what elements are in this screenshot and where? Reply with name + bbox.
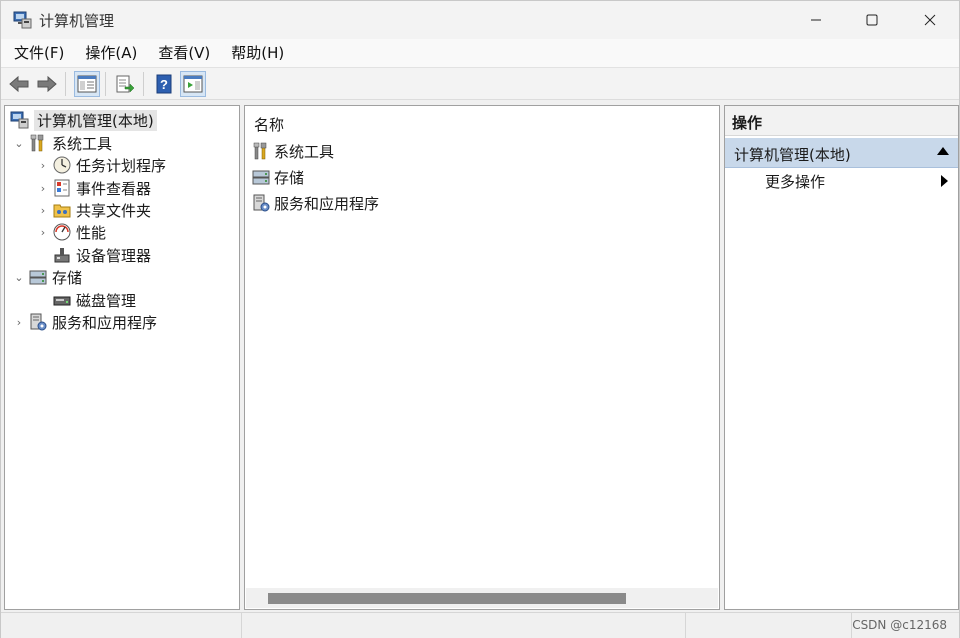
column-header-name[interactable]: 名称	[254, 114, 284, 135]
tree-item-device-manager[interactable]: 设备管理器	[36, 244, 151, 266]
chevron-right-icon[interactable]: ›	[36, 159, 50, 172]
tree-item-label: 存储	[52, 268, 83, 287]
show-hide-action-pane-button[interactable]	[180, 71, 206, 97]
action-section-computer-management[interactable]: 计算机管理(本地)	[725, 138, 958, 168]
clock-icon	[53, 156, 71, 174]
title-bar: 计算机管理	[1, 1, 959, 39]
watermark-text: CSDN @c12168	[852, 618, 947, 632]
list-item-label: 系统工具	[274, 142, 335, 161]
tree-item-event-viewer[interactable]: › 事件查看器	[36, 177, 151, 199]
chevron-right-icon[interactable]: ›	[36, 226, 50, 239]
more-actions-item[interactable]: 更多操作	[765, 171, 825, 192]
toolbar-separator	[105, 72, 106, 96]
tree-item-services-applications[interactable]: › 服务和应用程序	[12, 311, 157, 333]
export-list-icon	[116, 75, 135, 93]
tools-icon	[253, 142, 267, 160]
collapse-up-icon[interactable]	[937, 147, 949, 155]
forward-arrow-icon	[37, 75, 57, 93]
maximize-button[interactable]	[843, 1, 901, 39]
performance-icon	[53, 223, 71, 241]
list-item-label: 存储	[274, 168, 305, 187]
toolbar-separator	[143, 72, 144, 96]
tree-item-label: 计算机管理(本地)	[34, 109, 157, 131]
show-hide-console-tree-button[interactable]	[74, 71, 100, 97]
tree-item-task-scheduler[interactable]: › 任务计划程序	[36, 154, 166, 176]
device-manager-icon	[54, 248, 70, 263]
menu-file[interactable]: 文件(F)	[6, 40, 72, 66]
tree-item-label: 事件查看器	[76, 179, 152, 198]
horizontal-scrollbar[interactable]	[246, 588, 718, 608]
tree-item-shared-folders[interactable]: › 共享文件夹	[36, 199, 151, 221]
computer-management-icon	[10, 111, 29, 129]
results-list-pane: 名称 系统工具 存储 服务和应用程序	[244, 105, 720, 610]
toolbar-separator	[65, 72, 66, 96]
show-hide-action-pane-icon	[183, 75, 203, 93]
chevron-right-icon[interactable]: ›	[36, 182, 50, 195]
event-viewer-icon	[54, 179, 70, 197]
tree-item-system-tools[interactable]: ⌄ 系统工具	[12, 132, 112, 154]
show-hide-console-tree-icon	[77, 75, 97, 93]
minimize-icon	[811, 19, 821, 21]
tree-item-performance[interactable]: › 性能	[36, 221, 106, 243]
svg-text:?: ?	[160, 77, 168, 92]
menu-bar: 文件(F) 操作(A) 查看(V) 帮助(H)	[1, 39, 959, 68]
tools-icon	[30, 134, 44, 152]
scrollbar-thumb[interactable]	[268, 593, 626, 604]
list-item-storage[interactable]: 存储	[251, 166, 304, 188]
action-section-label: 计算机管理(本地)	[734, 146, 851, 164]
tree-item-label: 磁盘管理	[76, 291, 137, 310]
forward-button[interactable]	[34, 71, 60, 97]
storage-icon	[252, 170, 270, 185]
toolbar: ?	[1, 68, 959, 100]
submenu-arrow-icon[interactable]	[941, 175, 948, 187]
menu-help[interactable]: 帮助(H)	[223, 40, 292, 66]
chevron-down-icon[interactable]: ⌄	[12, 137, 26, 150]
console-tree-pane: 计算机管理(本地) ⌄ 系统工具 › 任务计划程序 › 事件查看器 › 共享文件…	[4, 105, 240, 610]
computer-management-icon	[13, 11, 32, 29]
maximize-icon	[866, 14, 878, 26]
export-list-button[interactable]	[112, 71, 138, 97]
help-icon: ?	[156, 74, 172, 94]
window-title: 计算机管理	[39, 12, 115, 30]
chevron-right-icon[interactable]: ›	[36, 204, 50, 217]
chevron-right-icon[interactable]: ›	[12, 316, 26, 329]
minimize-button[interactable]	[787, 1, 845, 39]
status-separator	[241, 613, 242, 638]
back-button[interactable]	[6, 71, 32, 97]
tree-item-label: 共享文件夹	[76, 201, 152, 220]
close-button[interactable]	[901, 1, 959, 39]
back-arrow-icon	[9, 75, 29, 93]
storage-icon	[29, 270, 47, 285]
list-item-system-tools[interactable]: 系统工具	[251, 140, 334, 162]
tree-item-label: 系统工具	[52, 134, 113, 153]
tree-item-root[interactable]: 计算机管理(本地)	[8, 109, 157, 131]
tree-item-label: 设备管理器	[76, 246, 152, 265]
close-icon	[924, 14, 936, 26]
status-bar: CSDN @c12168	[1, 612, 959, 638]
menu-view[interactable]: 查看(V)	[150, 40, 218, 66]
list-item-label: 服务和应用程序	[274, 194, 380, 213]
tree-item-storage[interactable]: ⌄ 存储	[12, 266, 82, 288]
tree-item-label: 性能	[76, 223, 107, 242]
shared-folder-icon	[53, 204, 71, 218]
action-pane: 操作 计算机管理(本地) 更多操作	[724, 105, 959, 610]
chevron-down-icon[interactable]: ⌄	[12, 271, 26, 284]
menu-action[interactable]: 操作(A)	[77, 40, 145, 66]
action-pane-header: 操作	[725, 106, 958, 136]
tree-item-label: 任务计划程序	[76, 156, 167, 175]
disk-icon	[53, 296, 71, 306]
list-item-services-applications[interactable]: 服务和应用程序	[251, 192, 379, 214]
tree-item-disk-management[interactable]: 磁盘管理	[36, 289, 136, 311]
tree-item-label: 服务和应用程序	[52, 313, 158, 332]
services-icon	[30, 313, 47, 331]
status-separator	[685, 613, 686, 638]
help-button[interactable]: ?	[151, 71, 177, 97]
services-icon	[253, 194, 270, 212]
computer-management-window: 计算机管理 文件(F) 操作(A) 查看(V) 帮助(H) ? 计算机管理(本地…	[0, 0, 960, 638]
